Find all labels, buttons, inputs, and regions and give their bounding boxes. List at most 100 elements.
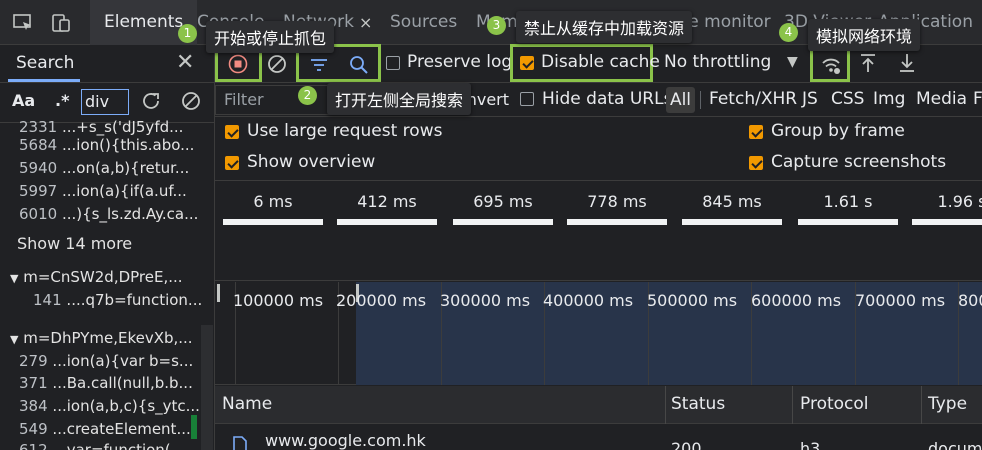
throttling-select[interactable]: No throttling	[664, 52, 771, 72]
inspect-element-icon[interactable]	[12, 12, 34, 34]
search-result-line[interactable]: 141 ....q7b=function...	[33, 291, 202, 309]
show-overview-checkbox[interactable]	[225, 156, 239, 170]
search-input[interactable]: div	[81, 89, 129, 115]
search-panel: Search Aa .* div 2331 ...+s_s('dJ5yfd...…	[0, 45, 215, 450]
search-icon[interactable]	[348, 54, 370, 76]
network-settings-pane: Use large request rows Show overview Gro…	[215, 117, 982, 181]
tab-sources[interactable]: Sources	[390, 0, 457, 45]
search-result-line[interactable]: 279 ...ion(a){var b=s...	[19, 352, 193, 370]
type-filter-media[interactable]: Media	[916, 89, 967, 109]
file-group-header[interactable]: ▼ m=DhPYme,EkevXb,...	[10, 329, 193, 347]
hide-data-urls-checkbox[interactable]	[520, 92, 534, 106]
search-result-line[interactable]: 6010 ...){s_ls.zd.Ay.ca...	[19, 205, 198, 223]
request-status: 200	[671, 439, 702, 450]
frame-time: 778 ms	[587, 192, 647, 211]
frame-time: 845 ms	[702, 192, 762, 211]
frame-thumbnail	[337, 219, 437, 225]
line-number: 279	[19, 352, 48, 370]
frame-time: 695 ms	[473, 192, 533, 211]
filmstrip-frame[interactable]: 778 ms	[567, 181, 667, 227]
search-result-line[interactable]: 2331 ...+s_s('dJ5yfd...	[19, 118, 183, 136]
type-filter-all[interactable]: All	[666, 87, 695, 113]
group-by-frame-checkbox[interactable]	[749, 125, 763, 139]
large-rows-checkbox[interactable]	[225, 125, 239, 139]
import-har-icon[interactable]	[857, 52, 879, 74]
match-case-button[interactable]: Aa	[12, 91, 35, 110]
search-result-line[interactable]: 5684 ...ion(){this.abo...	[19, 136, 194, 154]
result-snippet: ...+s_s('dJ5yfd...	[61, 118, 184, 136]
column-header-status[interactable]: Status	[671, 394, 725, 414]
type-filter-js[interactable]: JS	[802, 89, 818, 109]
timeline-tick-label: 600000 ms	[751, 291, 842, 310]
type-filter-css[interactable]: CSS	[831, 89, 864, 109]
search-result-line[interactable]: 371 ...Ba.call(null,b.b...	[19, 374, 193, 392]
file-group-title: m=DhPYme,EkevXb,...	[23, 329, 193, 347]
filter-icon[interactable]	[308, 54, 330, 76]
device-toolbar-icon[interactable]	[50, 12, 72, 34]
filmstrip-frame[interactable]: 845 ms	[682, 181, 782, 227]
timeline-overview[interactable]: 100000 ms 200000 ms 300000 ms 400000 ms …	[215, 282, 982, 385]
document-icon	[231, 436, 249, 450]
line-number: 612	[19, 441, 48, 450]
chevron-down-icon[interactable]: ▼	[787, 54, 798, 70]
search-result-line[interactable]: 384 ...ion(a,b,c){s_ytc...	[19, 397, 200, 415]
large-rows-label: Use large request rows	[247, 121, 443, 141]
line-number: 5940	[19, 159, 58, 177]
search-result-line[interactable]: 5997 ...ion(a){if(a.uf...	[19, 182, 187, 200]
timeline-tick-label: 400000 ms	[543, 291, 634, 310]
search-options-bar: Aa .* div	[0, 83, 214, 123]
request-type: document	[928, 439, 982, 450]
divider	[700, 91, 701, 109]
column-header-name[interactable]: Name	[222, 394, 272, 414]
result-snippet: ...var=function(	[52, 441, 171, 450]
clear-search-icon[interactable]	[180, 90, 202, 112]
type-filter-fetch-xhr[interactable]: Fetch/XHR	[709, 89, 797, 109]
line-number: 371	[19, 374, 48, 392]
capture-screenshots-checkbox[interactable]	[749, 156, 763, 170]
frame-thumbnail	[912, 219, 982, 225]
scrollbar-track[interactable]	[201, 325, 213, 450]
close-search-icon[interactable]: ✕	[176, 52, 194, 74]
timeline-tick-label: 200000 ms	[336, 291, 427, 310]
filmstrip-frame[interactable]: 1.61 s	[798, 181, 898, 227]
frame-thumbnail	[798, 219, 898, 225]
table-row[interactable]: www.google.com.hk 200 h3 document	[215, 424, 982, 450]
filmstrip-frame[interactable]: 412 ms	[337, 181, 437, 227]
left-drag-handle[interactable]	[217, 284, 220, 302]
result-snippet: ...ion(a,b,c){s_ytc...	[52, 397, 200, 415]
file-group-header[interactable]: ▼ m=CnSW2d,DPreE,...	[10, 268, 183, 286]
annotation-badge-4: 4	[779, 23, 798, 42]
refresh-icon[interactable]	[140, 90, 162, 112]
search-result-line[interactable]: 612 ...var=function(	[19, 441, 171, 450]
filmstrip-frame[interactable]: 1.96 s	[912, 181, 982, 227]
search-panel-title[interactable]: Search	[16, 53, 74, 73]
result-snippet: ...){s_ls.zd.Ay.ca...	[61, 205, 199, 223]
preserve-log-checkbox[interactable]	[386, 56, 400, 70]
filmstrip-frame[interactable]: 695 ms	[453, 181, 553, 227]
result-snippet: ...ion(a){var b=s...	[52, 352, 194, 370]
search-result-line[interactable]: 5940 ...on(a,b){retur...	[19, 159, 189, 177]
disable-cache-checkbox[interactable]	[520, 56, 534, 70]
line-number: 6010	[19, 205, 58, 223]
request-name: www.google.com.hk	[265, 431, 426, 450]
search-result-line[interactable]: 549 ...createElement...	[19, 420, 191, 438]
result-snippet: ...ion(){this.abo...	[61, 136, 195, 154]
type-filter-font[interactable]: F	[973, 89, 982, 109]
export-har-icon[interactable]	[896, 52, 918, 74]
annotation-label-3: 禁止从缓存中加载资源	[516, 11, 693, 43]
clear-network-log-icon[interactable]	[266, 53, 288, 75]
close-tab-icon[interactable]: ×	[359, 0, 372, 45]
filmstrip-frame[interactable]: 6 ms	[223, 181, 323, 227]
regex-button[interactable]: .*	[55, 91, 69, 110]
group-by-frame-label: Group by frame	[771, 121, 905, 141]
column-header-type[interactable]: Type	[928, 394, 967, 414]
type-filter-img[interactable]: Img	[873, 89, 905, 109]
column-header-protocol[interactable]: Protocol	[800, 394, 869, 414]
timeline-tick-label: 800	[958, 291, 982, 310]
line-number: 384	[19, 397, 48, 415]
screenshots-filmstrip: 6 ms 412 ms 695 ms 778 ms 845 ms 1.61 s …	[215, 181, 982, 281]
hide-data-urls-label: Hide data URLs	[542, 89, 673, 109]
timeline-tick-label: 100000 ms	[233, 291, 324, 310]
show-more-link[interactable]: Show 14 more	[17, 234, 132, 253]
annotation-label-1: 开始或停止抓包	[206, 21, 335, 53]
